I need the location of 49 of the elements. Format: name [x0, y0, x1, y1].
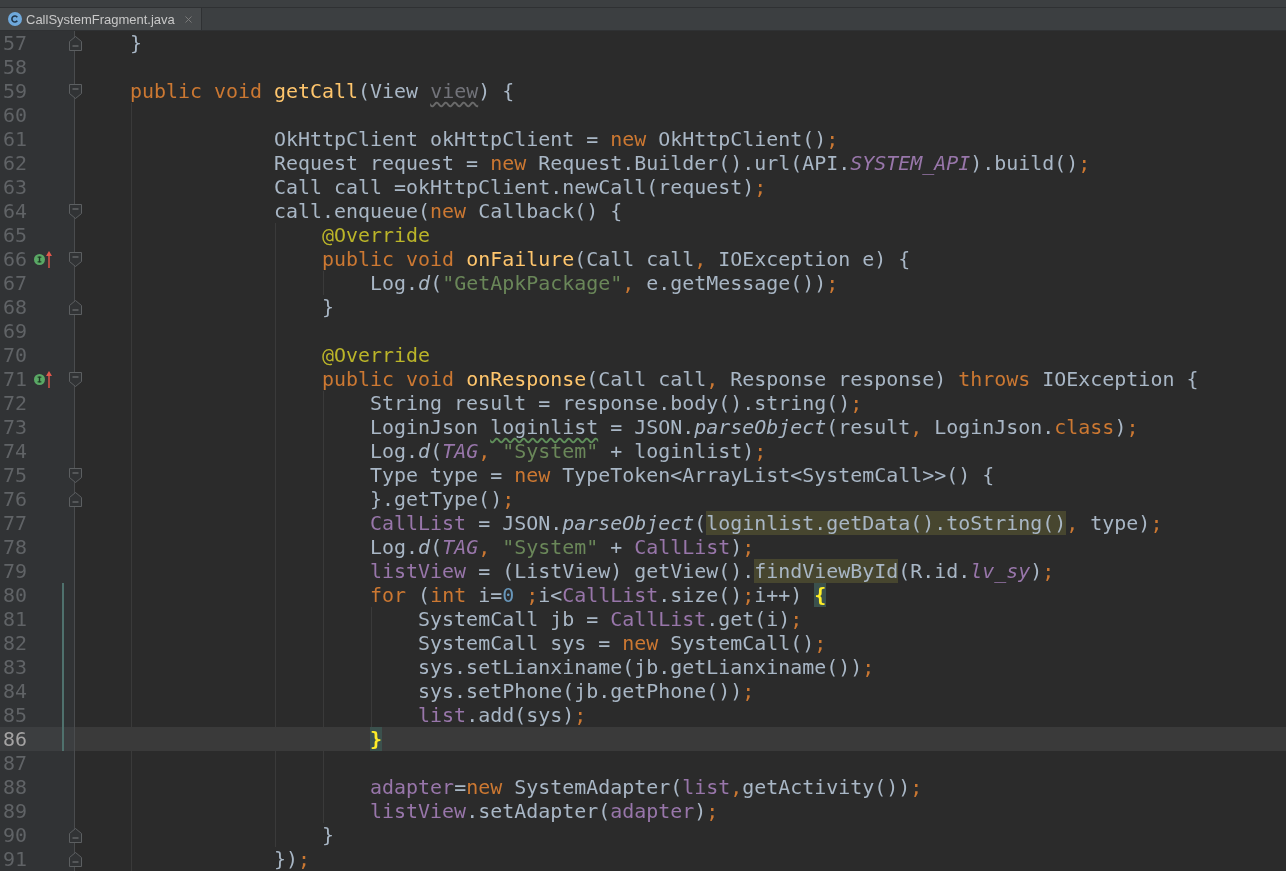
- code-line: Log.d("GetApkPackage", e.getMessage());: [370, 271, 839, 295]
- code-line: for (int i=0 ;i<CallList.size();i++) {: [370, 583, 827, 607]
- line-number: 86: [3, 727, 27, 751]
- code-editor[interactable]: [0, 31, 1286, 871]
- code-line: @Override: [322, 343, 431, 367]
- close-icon[interactable]: [182, 13, 194, 25]
- code-line: CallList = JSON.parseObject(loginlist.getData().toString(), type);: [370, 511, 1163, 535]
- code-line: listView = (ListView) getView().findViewById(R.id.lv_sy);: [370, 559, 1055, 583]
- fold-icon[interactable]: [68, 35, 82, 51]
- fold-icon[interactable]: [68, 83, 82, 99]
- code-line: SystemCall jb = CallList.get(i);: [418, 607, 803, 631]
- code-line: LoginJson loginlist = JSON.parseObject(result, LoginJson.class);: [370, 415, 1139, 439]
- code-line: call.enqueue(new Callback() {: [274, 199, 623, 223]
- code-line: public void onResponse(Call call, Response response) throws IOException {: [322, 367, 1199, 391]
- code-line: Request request = new Request.Builder().url(API.SYSTEM_API).build();: [274, 151, 1091, 175]
- code-line: }: [322, 823, 335, 847]
- code-line: sys.setLianxiname(jb.getLianxiname());: [418, 655, 875, 679]
- code-line: Type type = new TypeToken<ArrayList<SystemCall>>() {: [370, 463, 995, 487]
- code-line: sys.setPhone(jb.getPhone());: [418, 679, 755, 703]
- fold-icon[interactable]: [68, 203, 82, 219]
- code-line: String result = response.body().string();: [370, 391, 863, 415]
- code-line: @Override: [322, 223, 431, 247]
- code-line: OkHttpClient okHttpClient = new OkHttpClient();: [274, 127, 839, 151]
- fold-icon[interactable]: [68, 371, 82, 387]
- editor-tab[interactable]: CallSystemFragment.java: [0, 8, 202, 30]
- fold-icon[interactable]: [68, 491, 82, 507]
- fold-icon[interactable]: [68, 467, 82, 483]
- code-line: Log.d(TAG, "System" + loginlist);: [370, 439, 767, 463]
- code-line: Call call =okHttpClient.newCall(request);: [274, 175, 767, 199]
- interface-badge-icon[interactable]: [34, 373, 45, 385]
- interface-badge-icon[interactable]: [34, 253, 45, 265]
- fold-icon[interactable]: [68, 251, 82, 267]
- code-line: adapter=new SystemAdapter(list,getActivity());: [370, 775, 923, 799]
- fold-icon[interactable]: [68, 299, 82, 315]
- up-arrow-icon[interactable]: [46, 250, 52, 268]
- code-line: }: [322, 295, 335, 319]
- code-line: SystemCall sys = new SystemCall();: [418, 631, 827, 655]
- code-line: Log.d(TAG, "System" + CallList);: [370, 535, 755, 559]
- class-icon: [8, 12, 22, 26]
- code-line: list.add(sys);: [418, 703, 587, 727]
- fold-icon[interactable]: [68, 851, 82, 867]
- code-line: listView.setAdapter(adapter);: [370, 799, 719, 823]
- code-line: public void getCall(View view) {: [130, 79, 515, 103]
- code-line: });: [274, 847, 311, 871]
- up-arrow-icon[interactable]: [46, 370, 52, 388]
- code-line: public void onFailure(Call call, IOException e) {: [322, 247, 911, 271]
- code-line: }.getType();: [370, 487, 515, 511]
- code-line: }: [130, 31, 143, 55]
- fold-icon[interactable]: [68, 827, 82, 843]
